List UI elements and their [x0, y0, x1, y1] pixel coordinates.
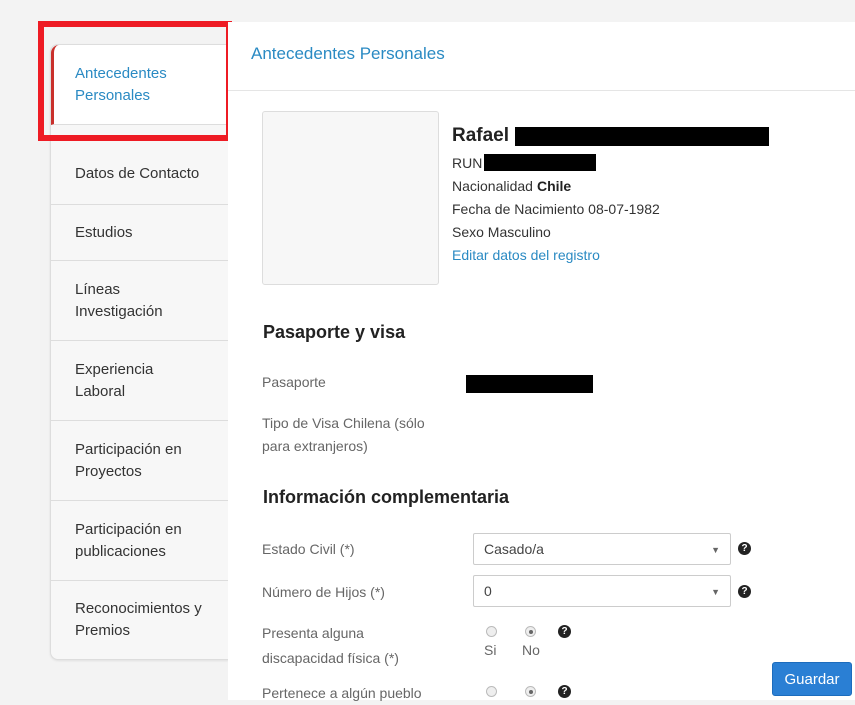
- disability-label-line2: discapacidad física (*): [262, 650, 399, 666]
- sidebar-item-estudios[interactable]: Estudios: [51, 205, 229, 261]
- nationality-label: Nacionalidad: [452, 177, 533, 194]
- radio-label-no: No: [522, 642, 540, 658]
- visa-label-line1: Tipo de Visa Chilena (sólo: [262, 415, 425, 431]
- civil-status-value: Casado/a: [484, 541, 544, 557]
- edit-registry-link[interactable]: Editar datos del registro: [452, 243, 769, 266]
- redacted-passport: [466, 375, 593, 393]
- children-value: 0: [484, 583, 492, 599]
- visa-label-line2: para extranjeros): [262, 438, 368, 454]
- sidebar-item-label: Estudios: [75, 223, 133, 241]
- redacted-surname: [515, 126, 770, 146]
- nationality-value: Chile: [536, 177, 572, 194]
- help-icon[interactable]: ?: [558, 625, 571, 638]
- profile-info: Rafael RUN Nacionalidad Chile Fecha de N…: [452, 121, 770, 266]
- help-icon[interactable]: ?: [558, 685, 571, 698]
- indigenous-radio-yes[interactable]: [486, 686, 497, 697]
- sidebar-item-label: Datos de Contacto: [75, 164, 200, 182]
- passport-section-title: Pasaporte y visa: [263, 322, 406, 342]
- sidebar-item-participacion-publicaciones[interactable]: Participación en publicaciones: [51, 501, 229, 581]
- main-panel: Antecedentes Personales Rafael RUN Nacio…: [228, 22, 855, 701]
- birth-date: Fecha de Nacimiento 08-07-1982: [452, 200, 660, 217]
- divider: [228, 90, 855, 91]
- sidebar-item-experiencia-laboral[interactable]: Experiencia Laboral: [51, 341, 229, 421]
- page-title: Antecedentes Personales: [251, 44, 445, 63]
- sidebar-item-label: Participación en publicaciones: [75, 520, 182, 560]
- sidebar-item-label: Participación en Proyectos: [75, 440, 182, 480]
- children-select[interactable]: 0 ▼: [473, 575, 731, 607]
- indigenous-label-line1: Pertenece a algún pueblo: [262, 685, 422, 701]
- civil-status-select[interactable]: Casado/a ▼: [473, 533, 731, 565]
- sidebar-item-label: Experiencia Laboral: [75, 360, 154, 400]
- sidebar-item-label: Líneas Investigación: [75, 280, 163, 320]
- passport-label: Pasaporte: [262, 374, 326, 390]
- sidebar-item-antecedentes-personales[interactable]: Antecedentes Personales: [51, 45, 229, 125]
- radio-label-yes: Si: [484, 642, 497, 658]
- help-icon[interactable]: ?: [738, 542, 751, 555]
- children-label: Número de Hijos (*): [262, 584, 385, 600]
- indigenous-radio-no[interactable]: [525, 686, 536, 697]
- page: Antecedentes Personales Datos de Contact…: [0, 0, 855, 701]
- sidebar-item-label: Antecedentes Personales: [75, 64, 167, 104]
- help-icon[interactable]: ?: [738, 585, 751, 598]
- disability-radio-no[interactable]: [525, 626, 536, 637]
- save-button[interactable]: Guardar: [772, 662, 852, 696]
- complementary-section-title: Información complementaria: [263, 487, 510, 507]
- sidebar-nav: Antecedentes Personales Datos de Contact…: [50, 44, 229, 660]
- civil-status-label: Estado Civil (*): [262, 541, 355, 557]
- redacted-run: [484, 154, 597, 171]
- disability-radio-yes[interactable]: [486, 626, 497, 637]
- sidebar-item-datos-contacto[interactable]: Datos de Contacto: [51, 125, 229, 205]
- sidebar-item-lineas-investigacion[interactable]: Líneas Investigación: [51, 261, 229, 341]
- run-label: RUN: [452, 154, 483, 171]
- chevron-down-icon: ▼: [711, 587, 720, 597]
- sidebar-item-label: Reconocimientos y Premios: [75, 600, 202, 639]
- profile-name: Rafael: [452, 125, 510, 146]
- chevron-down-icon: ▼: [711, 545, 720, 555]
- sidebar-item-participacion-proyectos[interactable]: Participación en Proyectos: [51, 421, 229, 501]
- sidebar-item-reconocimientos-premios[interactable]: Reconocimientos y Premios: [51, 581, 229, 659]
- profile-photo: [262, 111, 439, 285]
- sex: Sexo Masculino: [452, 223, 551, 240]
- disability-label-line1: Presenta alguna: [262, 625, 364, 641]
